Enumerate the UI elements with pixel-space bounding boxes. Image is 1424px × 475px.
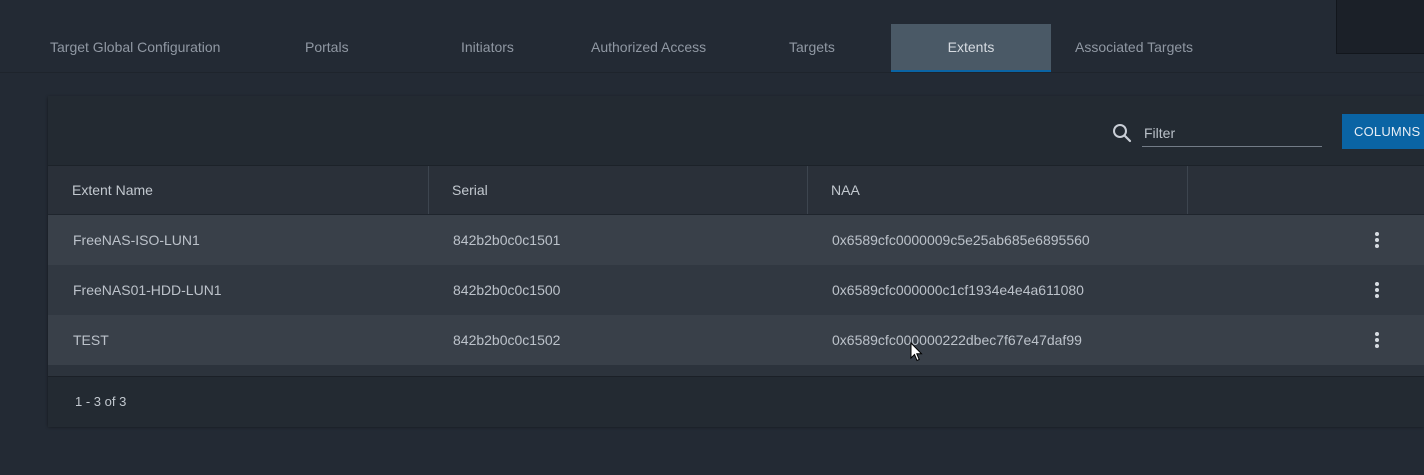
naa-cell: 0x6589cfc000000222dbec7f67e47daf99 (832, 332, 1082, 348)
column-header-naa[interactable]: NAA (831, 166, 860, 214)
tab-authorized-access[interactable]: Authorized Access (591, 24, 706, 71)
table-row[interactable]: FreeNAS-ISO-LUN1 842b2b0c0c1501 0x6589cf… (48, 215, 1424, 265)
column-header-serial[interactable]: Serial (452, 166, 488, 214)
serial-cell: 842b2b0c0c1500 (453, 282, 561, 298)
extents-card: COLUMNS Extent Name Serial NAA FreeNAS-I… (48, 96, 1424, 427)
mouse-cursor-icon (910, 342, 923, 362)
tab-extents[interactable]: Extents (891, 24, 1051, 72)
table-toolbar: COLUMNS (48, 96, 1424, 166)
columns-button[interactable]: COLUMNS (1342, 114, 1424, 149)
column-header-extent-name[interactable]: Extent Name (72, 166, 153, 214)
tab-targets[interactable]: Targets (789, 24, 835, 71)
tab-associated-targets[interactable]: Associated Targets (1075, 24, 1193, 71)
row-actions-menu-icon[interactable] (1370, 330, 1384, 350)
filter-input[interactable] (1142, 122, 1322, 144)
column-divider[interactable] (428, 166, 429, 214)
row-actions-menu-icon[interactable] (1370, 280, 1384, 300)
table-footer: 1 - 3 of 3 (48, 376, 1424, 427)
extent-name-cell: FreeNAS01-HDD-LUN1 (73, 282, 222, 298)
table-header: Extent Name Serial NAA (48, 166, 1424, 215)
table-row[interactable]: TEST 842b2b0c0c1502 0x6589cfc000000222db… (48, 315, 1424, 365)
page: Target Global Configuration Portals Init… (0, 0, 1424, 475)
row-actions-menu-icon[interactable] (1370, 230, 1384, 250)
column-divider[interactable] (1187, 166, 1188, 214)
pagination-range: 1 - 3 of 3 (75, 394, 127, 409)
naa-cell: 0x6589cfc000000c1cf1934e4e4a611080 (832, 282, 1084, 298)
tab-bar: Target Global Configuration Portals Init… (0, 24, 1424, 73)
tab-portals[interactable]: Portals (305, 24, 349, 71)
serial-cell: 842b2b0c0c1502 (453, 332, 561, 348)
table-row[interactable]: FreeNAS01-HDD-LUN1 842b2b0c0c1500 0x6589… (48, 265, 1424, 315)
extent-name-cell: TEST (73, 332, 109, 348)
tab-target-global-configuration[interactable]: Target Global Configuration (50, 24, 220, 71)
tab-initiators[interactable]: Initiators (461, 24, 514, 71)
extent-name-cell: FreeNAS-ISO-LUN1 (73, 232, 200, 248)
search-icon (1113, 124, 1132, 143)
naa-cell: 0x6589cfc0000009c5e25ab685e6895560 (832, 232, 1090, 248)
serial-cell: 842b2b0c0c1501 (453, 232, 561, 248)
filter-field (1142, 122, 1322, 147)
column-divider[interactable] (807, 166, 808, 214)
